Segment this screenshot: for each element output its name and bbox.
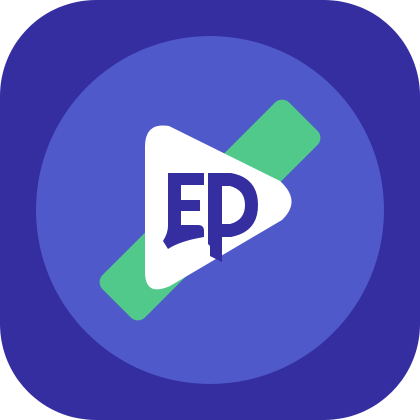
app-icon-stage bbox=[0, 0, 420, 420]
app-icon[interactable] bbox=[0, 0, 420, 420]
